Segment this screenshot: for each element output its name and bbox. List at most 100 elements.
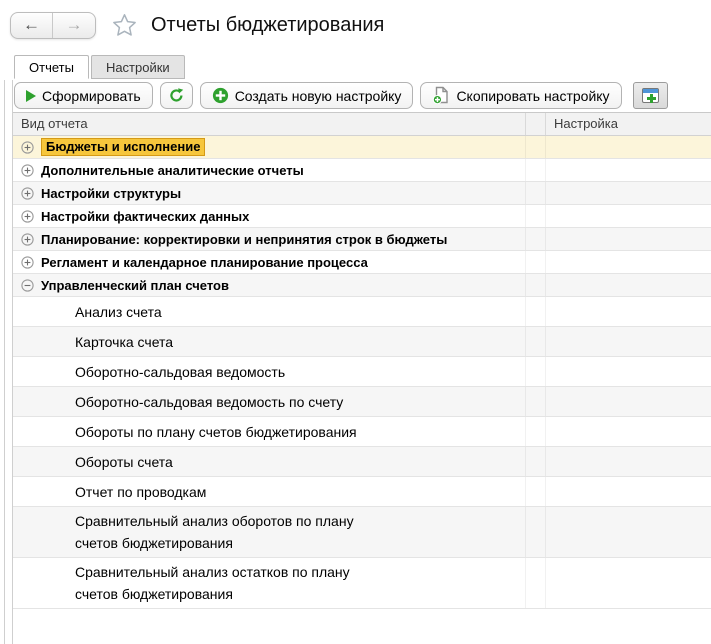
arrow-right-icon: →	[66, 15, 83, 35]
tree-group-row[interactable]: Дополнительные аналитические отчеты	[13, 159, 711, 182]
tree-item-row[interactable]: Обороты по плану счетов бюджетирования	[13, 417, 711, 447]
forward-button[interactable]: →	[53, 13, 95, 38]
form-left-border	[4, 80, 13, 644]
reports-table: Вид отчета Настройка Бюджеты и исполнени…	[13, 112, 711, 644]
tree-group-row[interactable]: Настройки структуры	[13, 182, 711, 205]
column-header-spacer	[525, 113, 545, 135]
page-title: Отчеты бюджетирования	[151, 14, 384, 37]
report-type-cell: Сравнительный анализ остатков по плану с…	[13, 558, 525, 608]
row-label: Дополнительные аналитические отчеты	[41, 163, 304, 178]
column-header-setting[interactable]: Настройка	[545, 113, 711, 135]
tree-item-row[interactable]: Оборотно-сальдовая ведомость	[13, 357, 711, 387]
row-label: Сравнительный анализ оборотов по плану с…	[75, 507, 354, 557]
plus-circle-icon	[212, 87, 229, 104]
back-button[interactable]: ←	[11, 13, 53, 38]
report-type-cell: Оборотно-сальдовая ведомость	[13, 357, 525, 386]
tree-group-row[interactable]: Планирование: корректировки и непринятия…	[13, 228, 711, 251]
column-header-report-type[interactable]: Вид отчета	[13, 113, 525, 135]
setting-cell	[545, 507, 711, 557]
refresh-button[interactable]	[160, 82, 193, 109]
setting-cell	[545, 228, 711, 250]
spacer-cell	[525, 205, 545, 227]
report-type-cell: Оборотно-сальдовая ведомость по счету	[13, 387, 525, 416]
new-window-button[interactable]	[633, 82, 668, 109]
setting-cell	[545, 447, 711, 476]
report-type-cell: Регламент и календарное планирование про…	[13, 251, 525, 273]
row-label: Регламент и календарное планирование про…	[41, 255, 368, 270]
row-label: Анализ счета	[75, 298, 162, 326]
report-type-cell: Анализ счета	[13, 297, 525, 326]
report-type-cell: Настройки структуры	[13, 182, 525, 204]
spacer-cell	[525, 136, 545, 158]
report-type-cell: Дополнительные аналитические отчеты	[13, 159, 525, 181]
report-type-cell: Управленческий план счетов	[13, 274, 525, 296]
row-label: Управленческий план счетов	[41, 278, 229, 293]
spacer-cell	[525, 297, 545, 326]
selected-cell-label: Бюджеты и исполнение	[41, 138, 205, 156]
window-header: ← → Отчеты бюджетирования	[10, 10, 384, 40]
row-label: Настройки структуры	[41, 186, 181, 201]
tab-reports[interactable]: Отчеты	[14, 55, 89, 79]
star-outline-icon	[111, 12, 138, 38]
tree-item-row[interactable]: Сравнительный анализ оборотов по плану с…	[13, 507, 711, 558]
spacer-cell	[525, 417, 545, 446]
report-type-cell: Сравнительный анализ оборотов по плану с…	[13, 507, 525, 557]
report-type-cell: Настройки фактических данных	[13, 205, 525, 227]
refresh-icon	[168, 87, 185, 104]
expand-icon[interactable]	[21, 141, 34, 154]
spacer-cell	[525, 357, 545, 386]
history-nav: ← →	[10, 12, 96, 39]
tree-item-row[interactable]: Оборотно-сальдовая ведомость по счету	[13, 387, 711, 417]
row-label: Обороты счета	[75, 448, 173, 476]
copy-page-plus-icon	[432, 86, 450, 105]
window-plus-icon	[642, 88, 659, 103]
expand-icon[interactable]	[21, 210, 34, 223]
spacer-cell	[525, 558, 545, 608]
tab-strip: Отчеты Настройки	[14, 55, 187, 79]
create-setting-button[interactable]: Создать новую настройку	[200, 82, 414, 109]
row-label: Карточка счета	[75, 328, 173, 356]
arrow-left-icon: ←	[23, 15, 40, 35]
report-type-cell: Обороты счета	[13, 447, 525, 476]
spacer-cell	[525, 274, 545, 296]
row-label: Обороты по плану счетов бюджетирования	[75, 418, 357, 446]
setting-cell	[545, 357, 711, 386]
tree-item-row[interactable]: Сравнительный анализ остатков по плану с…	[13, 558, 711, 609]
row-label: Настройки фактических данных	[41, 209, 249, 224]
report-type-cell: Планирование: корректировки и непринятия…	[13, 228, 525, 250]
report-type-cell: Отчет по проводкам	[13, 477, 525, 506]
setting-cell	[545, 205, 711, 227]
report-type-cell: Обороты по плану счетов бюджетирования	[13, 417, 525, 446]
report-type-cell: Карточка счета	[13, 327, 525, 356]
expand-icon[interactable]	[21, 164, 34, 177]
setting-cell	[545, 159, 711, 181]
tree-group-row[interactable]: Бюджеты и исполнение	[13, 136, 711, 159]
generate-button[interactable]: Сформировать	[14, 82, 153, 109]
spacer-cell	[525, 477, 545, 506]
tree-item-row[interactable]: Отчет по проводкам	[13, 477, 711, 507]
spacer-cell	[525, 228, 545, 250]
tab-settings[interactable]: Настройки	[91, 55, 185, 79]
row-label: Оборотно-сальдовая ведомость	[75, 358, 285, 386]
spacer-cell	[525, 159, 545, 181]
collapse-icon[interactable]	[21, 279, 34, 292]
tree-item-row[interactable]: Обороты счета	[13, 447, 711, 477]
tree-item-row[interactable]: Карточка счета	[13, 327, 711, 357]
favorite-star-button[interactable]	[111, 12, 138, 38]
setting-cell	[545, 182, 711, 204]
spacer-cell	[525, 182, 545, 204]
expand-icon[interactable]	[21, 233, 34, 246]
copy-setting-label: Скопировать настройку	[456, 88, 609, 104]
tree-item-row[interactable]: Анализ счета	[13, 297, 711, 327]
expand-icon[interactable]	[21, 187, 34, 200]
spacer-cell	[525, 387, 545, 416]
tree-group-row[interactable]: Управленческий план счетов	[13, 274, 711, 297]
setting-cell	[545, 387, 711, 416]
expand-icon[interactable]	[21, 256, 34, 269]
tree-group-row[interactable]: Регламент и календарное планирование про…	[13, 251, 711, 274]
spacer-cell	[525, 447, 545, 476]
setting-cell	[545, 417, 711, 446]
copy-setting-button[interactable]: Скопировать настройку	[420, 82, 621, 109]
spacer-cell	[525, 507, 545, 557]
tree-group-row[interactable]: Настройки фактических данных	[13, 205, 711, 228]
